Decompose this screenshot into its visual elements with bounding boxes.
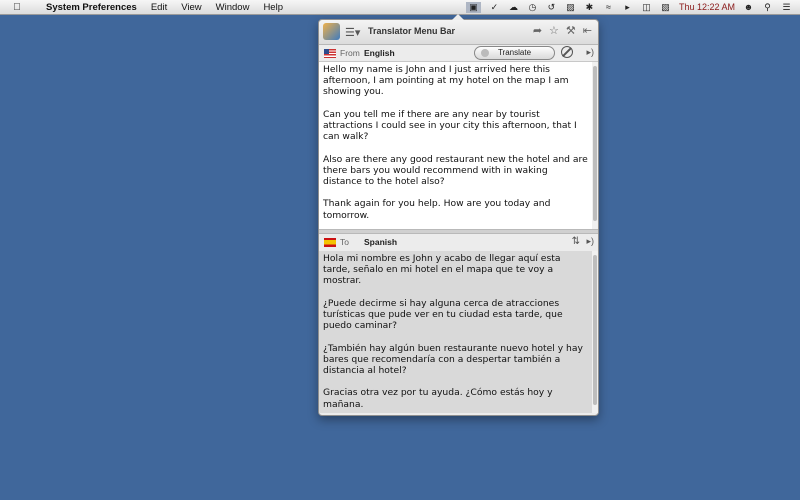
translation-paragraph: ¿También hay algún buen restaurante nuev… <box>323 342 583 376</box>
share-icon[interactable]: ➦ <box>533 24 542 37</box>
checkmark-icon[interactable]: ✓ <box>489 2 500 13</box>
source-language-select[interactable]: English <box>364 48 395 58</box>
target-language-select[interactable]: Spanish <box>364 237 397 247</box>
us-flag-icon <box>324 49 336 58</box>
menu-window[interactable]: Window <box>216 2 250 13</box>
translation-paragraph: Hola mi nombre es John y acabo de llegar… <box>323 253 561 287</box>
menu-view[interactable]: View <box>181 2 201 13</box>
speak-source-icon[interactable]: ▸) <box>586 47 594 58</box>
list-menu-icon[interactable]: ☰▾ <box>345 26 360 39</box>
wifi-icon[interactable]: ≈ <box>603 2 614 12</box>
battery-icon[interactable]: ▧ <box>660 2 671 13</box>
speak-translation-icon[interactable]: ▸) <box>586 236 594 247</box>
apple-icon[interactable]:  <box>10 2 24 13</box>
lock-icon[interactable]: ▨ <box>565 2 576 13</box>
translate-button-label: Translate <box>497 48 532 57</box>
settings-wrench-icon[interactable]: ⚒ <box>566 24 576 37</box>
menu-edit[interactable]: Edit <box>151 2 167 13</box>
favorite-star-icon[interactable]: ☆ <box>549 24 559 37</box>
panel-title: Translator Menu Bar <box>368 26 456 36</box>
timer-icon[interactable]: ◷ <box>527 2 538 13</box>
spain-flag-icon <box>324 238 336 247</box>
time-machine-icon[interactable]: ↺ <box>546 2 557 13</box>
source-scroll-thumb[interactable] <box>593 66 597 221</box>
display-icon[interactable]: ◫ <box>641 2 652 13</box>
translator-app-icon[interactable] <box>323 23 340 40</box>
menu-clock[interactable]: Thu 12:22 AM <box>679 2 735 12</box>
translation-text-area[interactable]: Hola mi nombre es John y acabo de llegar… <box>319 251 592 413</box>
target-language-row: To Spanish ⇅ ▸) <box>319 234 598 250</box>
menu-help[interactable]: Help <box>263 2 283 13</box>
swap-languages-icon[interactable]: ⇅ <box>572 236 580 247</box>
translate-button[interactable]: Translate <box>474 46 555 60</box>
notification-center-icon[interactable]: ☰ <box>781 2 792 13</box>
clear-icon[interactable] <box>561 46 573 58</box>
user-icon[interactable]: ☻ <box>743 2 754 12</box>
translation-scroll-thumb[interactable] <box>593 255 597 405</box>
translate-dot-icon <box>481 49 489 57</box>
to-label: To <box>340 237 349 247</box>
translator-popover: ☰▾ Translator Menu Bar ➦ ☆ ⚒ ⇤ From Engl… <box>318 14 599 416</box>
spotlight-search-icon[interactable]: ⚲ <box>762 2 773 13</box>
source-paragraph: Thank again for you help. How are you to… <box>323 198 551 221</box>
toolbar: ☰▾ Translator Menu Bar ➦ ☆ ⚒ ⇤ <box>319 20 598 45</box>
from-label: From <box>340 48 360 58</box>
volume-icon[interactable]: ▸ <box>622 2 633 13</box>
source-scrollbar[interactable] <box>592 62 598 229</box>
translation-paragraph: ¿Puede decirme si hay alguna cerca de at… <box>323 297 563 332</box>
source-language-row: From English Translate ▸) <box>319 45 598 62</box>
source-text-area[interactable]: Hello my name is John and I just arrived… <box>319 62 592 229</box>
menu-app-name[interactable]: System Preferences <box>46 2 137 13</box>
source-paragraph: Can you tell me if there are any near by… <box>323 108 577 143</box>
translation-paragraph: Gracias otra vez por tu ayuda. ¿Cómo est… <box>323 387 553 410</box>
translation-scrollbar[interactable] <box>592 251 598 413</box>
source-paragraph: Also are there any good restaurant new t… <box>323 153 588 187</box>
bluetooth-icon[interactable]: ✱ <box>584 2 595 13</box>
translator-menu-icon[interactable]: ▣ <box>465 1 481 13</box>
status-area: ▣ ✓ ☁ ◷ ↺ ▨ ✱ ≈ ▸ ◫ ▧ Thu 12:22 AM ☻ ⚲ ☰ <box>465 0 792 14</box>
quit-icon[interactable]: ⇤ <box>583 24 592 37</box>
cloud-icon[interactable]: ☁ <box>508 2 519 13</box>
source-paragraph: Hello my name is John and I just arrived… <box>323 64 569 98</box>
menu-bar:  System Preferences Edit View Window He… <box>0 0 800 15</box>
